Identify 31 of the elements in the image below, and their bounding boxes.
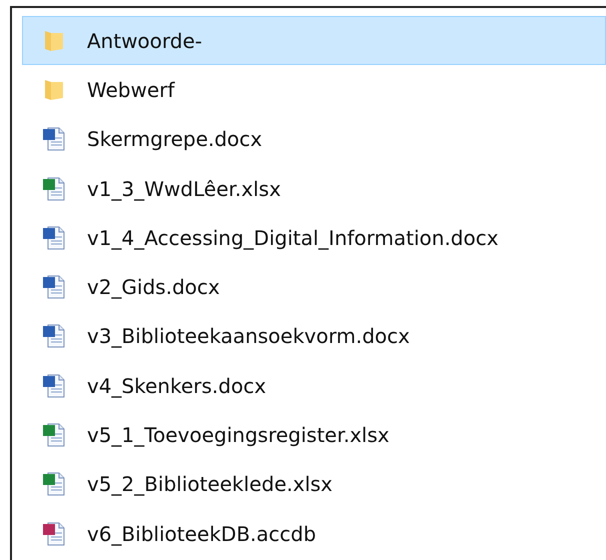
document-icon bbox=[41, 274, 67, 300]
document-icon bbox=[41, 323, 67, 350]
file-name: Antwoorde- bbox=[87, 28, 202, 53]
file-row[interactable]: v2_Gids.docx bbox=[22, 262, 606, 312]
document-icon bbox=[41, 422, 67, 448]
file-name: v1_3_WwdLêer.xlsx bbox=[87, 176, 281, 201]
document-icon bbox=[41, 224, 67, 251]
file-name: v6_BiblioteekDB.accdb bbox=[87, 522, 316, 546]
file-name: v3_Biblioteekaansoekvorm.docx bbox=[87, 324, 410, 348]
file-row[interactable]: Skermgrepe.docx bbox=[22, 114, 606, 164]
file-row[interactable]: v5_2_Biblioteeklede.xlsx bbox=[22, 460, 606, 509]
document-icon bbox=[41, 126, 67, 152]
file-name: v5_2_Biblioteeklede.xlsx bbox=[87, 472, 333, 496]
document-icon bbox=[41, 372, 67, 399]
document-icon bbox=[41, 520, 67, 547]
file-row[interactable]: v6_BiblioteekDB.accdb bbox=[22, 508, 606, 558]
file-row[interactable]: Webwerf bbox=[22, 65, 606, 115]
file-row[interactable]: v4_Skenkers.docx bbox=[22, 361, 606, 410]
file-name: Skermgrepe.docx bbox=[87, 127, 262, 152]
document-icon bbox=[41, 471, 67, 498]
file-name: Webwerf bbox=[87, 78, 175, 102]
file-row[interactable]: Antwoorde- bbox=[22, 16, 606, 66]
file-name: v1_4_Accessing_Digital_Information.docx bbox=[87, 226, 498, 250]
file-name: v4_Skenkers.docx bbox=[87, 374, 266, 398]
file-name: v2_Gids.docx bbox=[87, 275, 220, 300]
file-name: v5_1_Toevoegingsregister.xlsx bbox=[87, 423, 390, 448]
file-row[interactable]: v3_Biblioteekaansoekvorm.docx bbox=[22, 312, 606, 362]
file-row[interactable]: v1_4_Accessing_Digital_Information.docx bbox=[22, 213, 606, 262]
file-row[interactable]: v5_1_Toevoegingsregister.xlsx bbox=[22, 410, 606, 460]
file-row[interactable]: v1_3_WwdLêer.xlsx bbox=[22, 164, 606, 214]
document-icon bbox=[41, 176, 67, 202]
